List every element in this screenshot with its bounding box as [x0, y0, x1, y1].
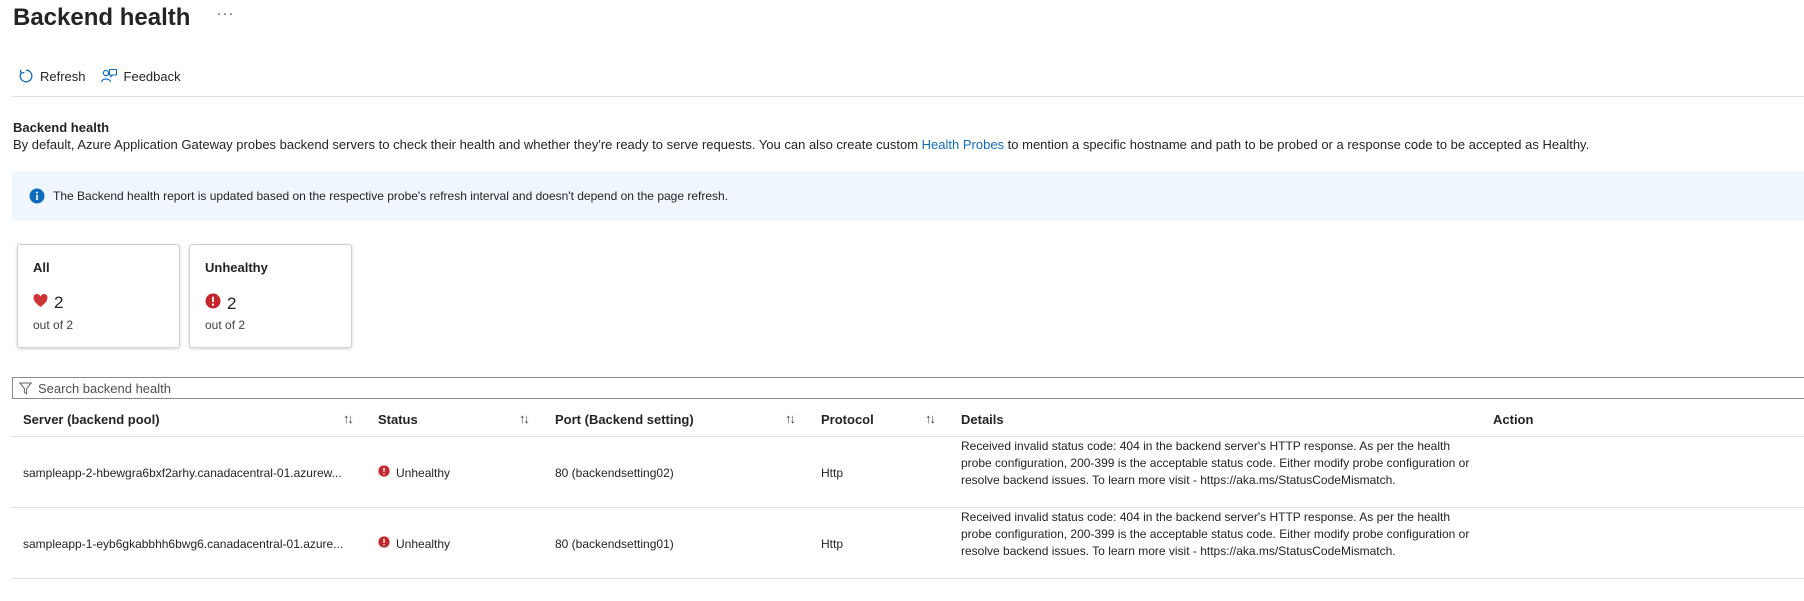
- section-title: Backend health: [13, 120, 110, 135]
- column-header-port[interactable]: Port (Backend setting): [555, 412, 694, 427]
- feedback-icon: [100, 68, 118, 84]
- refresh-button[interactable]: Refresh: [18, 68, 86, 84]
- column-header-server[interactable]: Server (backend pool): [23, 412, 160, 427]
- sort-server-icon[interactable]: ↑↓: [343, 411, 354, 426]
- status-cell: Unhealthy: [378, 465, 450, 480]
- server-cell[interactable]: sampleapp-1-eyb6gkabbhh6bwg6.canadacentr…: [23, 537, 343, 551]
- more-options-button[interactable]: ···: [216, 6, 234, 30]
- row-divider: [12, 578, 1804, 579]
- row-divider: [12, 507, 1804, 508]
- port-cell: 80 (backendsetting02): [555, 466, 674, 480]
- page-title: Backend health: [13, 4, 191, 31]
- search-input[interactable]: [36, 379, 640, 397]
- feedback-label: Feedback: [123, 68, 181, 84]
- command-bar: Refresh Feedback: [18, 68, 181, 84]
- filter-icon: [19, 382, 32, 395]
- card-title: Unhealthy: [205, 260, 268, 275]
- feedback-button[interactable]: Feedback: [100, 68, 181, 84]
- error-icon: [378, 465, 390, 480]
- card-title: All: [33, 260, 50, 275]
- details-cell: Received invalid status code: 404 in the…: [961, 510, 1470, 558]
- refresh-label: Refresh: [40, 68, 86, 84]
- column-header-action: Action: [1493, 412, 1534, 427]
- description-text: By default, Azure Application Gateway pr…: [13, 137, 922, 152]
- status-cell: Unhealthy: [378, 536, 450, 551]
- server-cell[interactable]: sampleapp-2-hbewgra6bxf2arhy.canadacentr…: [23, 466, 342, 480]
- port-cell: 80 (backendsetting01): [555, 537, 674, 551]
- protocol-cell: Http: [821, 537, 844, 551]
- info-icon: [29, 188, 45, 204]
- status-label: Unhealthy: [396, 536, 451, 551]
- backend-health-page: Backend health ··· Refresh Feedback Back…: [0, 0, 1804, 601]
- sort-port-icon[interactable]: ↑↓: [785, 411, 796, 426]
- protocol-cell: Http: [821, 466, 844, 480]
- description-text-end: to mention a specific hostname and path …: [1004, 137, 1590, 152]
- card-subtext: out of 2: [205, 318, 246, 332]
- toolbar-divider: [12, 96, 1804, 97]
- refresh-icon: [18, 68, 34, 84]
- search-box: [12, 377, 1804, 399]
- title-row: Backend health ···: [13, 4, 234, 32]
- column-header-status[interactable]: Status: [378, 412, 418, 427]
- card-value: 2: [227, 293, 237, 313]
- column-header-details: Details: [961, 412, 1004, 427]
- card-value: 2: [54, 293, 64, 312]
- status-label: Unhealthy: [396, 465, 451, 480]
- summary-card-unhealthy[interactable]: Unhealthy 2 out of 2: [189, 244, 352, 348]
- column-header-protocol[interactable]: Protocol: [821, 412, 874, 427]
- card-subtext: out of 2: [33, 318, 74, 332]
- error-icon: [378, 536, 390, 551]
- heart-icon: [33, 293, 48, 313]
- card-value-row: 2: [205, 293, 236, 314]
- sort-protocol-icon[interactable]: ↑↓: [925, 411, 936, 426]
- info-text: The Backend health report is updated bas…: [53, 189, 729, 203]
- health-probes-link[interactable]: Health Probes: [922, 137, 1004, 152]
- section-description: By default, Azure Application Gateway pr…: [13, 137, 1589, 152]
- info-banner: The Backend health report is updated bas…: [12, 171, 1804, 221]
- error-icon: [205, 293, 221, 314]
- card-value-row: 2: [33, 293, 63, 313]
- summary-card-all[interactable]: All 2 out of 2: [17, 244, 180, 348]
- header-divider: [12, 436, 1804, 437]
- details-cell: Received invalid status code: 404 in the…: [961, 439, 1470, 487]
- sort-status-icon[interactable]: ↑↓: [519, 411, 530, 426]
